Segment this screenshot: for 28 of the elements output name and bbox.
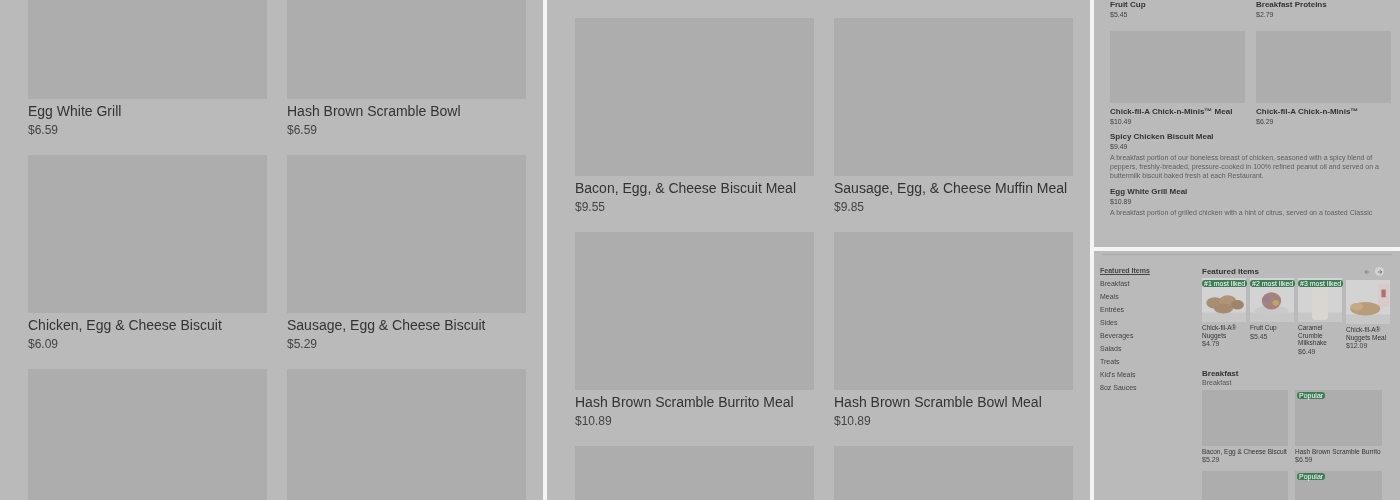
item-name: Chicken, Egg & Cheese Biscuit	[28, 317, 223, 333]
item-price: $9.85	[834, 200, 866, 214]
item-name: Egg White Grill	[28, 103, 123, 119]
item-price: $10.89	[575, 414, 613, 428]
section-title: Featured Items	[1202, 267, 1259, 276]
item-name: Breakfast Proteins	[1256, 0, 1328, 9]
arrow-left-icon	[1363, 268, 1370, 275]
arrow-right-icon	[1376, 268, 1383, 275]
next-button[interactable]	[1375, 267, 1384, 276]
item-name: Sausage, Egg, & Cheese Muffin Meal	[834, 180, 1069, 196]
item-name: Egg White Grill Meal	[1110, 187, 1189, 196]
item-price: $6.09	[28, 337, 60, 351]
item-name: Hash Brown Scramble Burrito Meal	[575, 394, 795, 410]
item-price: $5.29	[287, 337, 319, 351]
item-name: Chick-fil-A Chick-n-Minis™ Meal	[1110, 107, 1234, 116]
item-name: Hash Brown Scramble Bowl Meal	[834, 394, 1043, 410]
item-name: Bacon, Egg, & Cheese Biscuit Meal	[575, 180, 797, 196]
item-price: $6.59	[28, 123, 60, 137]
section-title: Breakfast	[1202, 368, 1240, 378]
item-price: $6.59	[287, 123, 319, 137]
item-price: $9.55	[575, 200, 607, 214]
item-name: Sausage, Egg & Cheese Biscuit	[287, 317, 487, 333]
item-name: Hash Brown Scramble Bowl	[287, 103, 462, 119]
item-price: $10.89	[834, 414, 872, 428]
item-name: Chick-fil-A Chick-n-Minis™	[1256, 107, 1360, 116]
previous-button[interactable]	[1362, 267, 1371, 276]
item-name: Spicy Chicken Biscuit Meal	[1110, 132, 1215, 141]
item-name: Fruit Cup	[1110, 0, 1147, 9]
